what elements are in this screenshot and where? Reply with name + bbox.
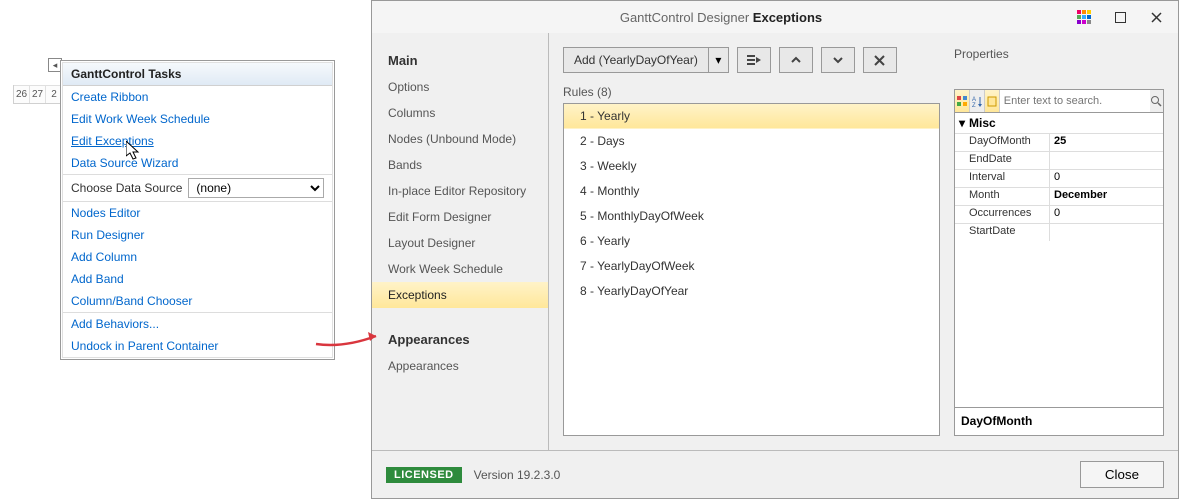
property-name: Occurrences	[955, 206, 1050, 223]
nav-item-in-place-editor-repository[interactable]: In-place Editor Repository	[372, 178, 548, 204]
rule-item[interactable]: 6 - Yearly	[564, 229, 939, 254]
nav-group-main: Main	[372, 47, 548, 74]
cm-add-column[interactable]: Add Column	[63, 246, 332, 268]
property-description: DayOfMonth	[954, 408, 1164, 436]
property-row[interactable]: DayOfMonth25	[955, 133, 1163, 151]
property-category[interactable]: ▾ Misc	[955, 113, 1163, 133]
nav-item-work-week-schedule[interactable]: Work Week Schedule	[372, 256, 548, 282]
edit-button[interactable]	[737, 47, 771, 73]
cm-undock[interactable]: Undock in Parent Container	[63, 335, 332, 357]
titlebar: GanttControl Designer Exceptions	[372, 1, 1178, 33]
cm-edit-exceptions[interactable]: Edit Exceptions	[63, 130, 332, 152]
nav-item-layout-designer[interactable]: Layout Designer	[372, 230, 548, 256]
collapse-icon[interactable]: ▾	[959, 116, 965, 130]
rule-item[interactable]: 5 - MonthlyDayOfWeek	[564, 204, 939, 229]
close-window-button[interactable]	[1142, 6, 1170, 28]
col-cell: 27	[30, 85, 46, 103]
col-cell: 26	[14, 85, 30, 103]
designer-footer: LICENSED Version 19.2.3.0 Close	[372, 450, 1178, 498]
property-row[interactable]: EndDate	[955, 151, 1163, 169]
categorized-view-button[interactable]	[955, 90, 970, 112]
window-title: GanttControl Designer Exceptions	[380, 10, 1062, 25]
property-name: StartDate	[955, 224, 1050, 241]
choose-ds-label: Choose Data Source	[71, 181, 182, 195]
nav-item-options[interactable]: Options	[372, 74, 548, 100]
nav-item-appearances[interactable]: Appearances	[372, 353, 548, 379]
cm-edit-work-week[interactable]: Edit Work Week Schedule	[63, 108, 332, 130]
nav-item-nodes-unbound-mode-[interactable]: Nodes (Unbound Mode)	[372, 126, 548, 152]
move-down-button[interactable]	[821, 47, 855, 73]
chevron-down-icon[interactable]: ▾	[708, 48, 728, 72]
nav-item-bands[interactable]: Bands	[372, 152, 548, 178]
cm-create-ribbon[interactable]: Create Ribbon	[63, 86, 332, 108]
add-rule-combo-text: Add (YearlyDayOfYear)	[564, 53, 708, 67]
property-name: Interval	[955, 170, 1050, 187]
choose-data-source-row: Choose Data Source (none)	[63, 175, 332, 201]
property-value[interactable]: 0	[1050, 206, 1163, 223]
property-value[interactable]	[1050, 224, 1163, 241]
background-column-headers: 26 27 2	[13, 85, 63, 104]
property-grid[interactable]: ▾ Misc DayOfMonth25EndDateInterval0Month…	[954, 113, 1164, 408]
property-pages-button[interactable]	[985, 90, 1000, 112]
property-value[interactable]: 0	[1050, 170, 1163, 187]
cm-run-designer[interactable]: Run Designer	[63, 224, 332, 246]
gantt-tasks-popup: GanttControl Tasks Create Ribbon Edit Wo…	[60, 60, 335, 360]
alphabetical-view-button[interactable]: AZ	[970, 90, 985, 112]
nav-item-columns[interactable]: Columns	[372, 100, 548, 126]
maximize-button[interactable]	[1106, 6, 1134, 28]
designer-window: GanttControl Designer Exceptions Main Op…	[371, 0, 1179, 499]
property-row[interactable]: MonthDecember	[955, 187, 1163, 205]
properties-label: Properties	[954, 47, 1164, 61]
property-row[interactable]: StartDate	[955, 223, 1163, 241]
cm-column-band-chooser[interactable]: Column/Band Chooser	[63, 290, 332, 312]
rule-item[interactable]: 7 - YearlyDayOfWeek	[564, 254, 939, 279]
cm-data-source-wizard[interactable]: Data Source Wizard	[63, 152, 332, 174]
property-value[interactable]	[1050, 152, 1163, 169]
main-panel: Add (YearlyDayOfYear) ▾	[549, 33, 1178, 450]
svg-text:Z: Z	[972, 103, 976, 107]
delete-button[interactable]	[863, 47, 897, 73]
cm-nodes-editor[interactable]: Nodes Editor	[63, 202, 332, 224]
property-value[interactable]: 25	[1050, 134, 1163, 151]
popup-title: GanttControl Tasks	[63, 63, 332, 86]
nav-panel: Main OptionsColumnsNodes (Unbound Mode)B…	[372, 33, 549, 450]
nav-item-exceptions[interactable]: Exceptions	[372, 282, 548, 308]
cm-add-behaviors[interactable]: Add Behaviors...	[63, 313, 332, 335]
close-button[interactable]: Close	[1080, 461, 1164, 488]
search-icon[interactable]	[1150, 90, 1163, 112]
move-up-button[interactable]	[779, 47, 813, 73]
version-text: Version 19.2.3.0	[474, 468, 561, 482]
rules-label: Rules (8)	[563, 85, 940, 99]
property-name: DayOfMonth	[955, 134, 1050, 151]
rule-item[interactable]: 1 - Yearly	[564, 104, 939, 129]
rules-list[interactable]: 1 - Yearly2 - Days3 - Weekly4 - Monthly5…	[563, 103, 940, 436]
cm-add-band[interactable]: Add Band	[63, 268, 332, 290]
nav-group-appearances: Appearances	[372, 326, 548, 353]
add-rule-combo[interactable]: Add (YearlyDayOfYear) ▾	[563, 47, 729, 73]
property-value[interactable]: December	[1050, 188, 1163, 205]
licensed-badge: LICENSED	[386, 467, 462, 483]
category-label: Misc	[969, 116, 996, 130]
property-name: Month	[955, 188, 1050, 205]
property-grid-toolbar: AZ	[954, 89, 1164, 113]
rule-item[interactable]: 4 - Monthly	[564, 179, 939, 204]
color-theme-button[interactable]	[1070, 6, 1098, 28]
nav-item-edit-form-designer[interactable]: Edit Form Designer	[372, 204, 548, 230]
choose-ds-select[interactable]: (none)	[188, 178, 324, 198]
property-row[interactable]: Interval0	[955, 169, 1163, 187]
property-name: EndDate	[955, 152, 1050, 169]
property-row[interactable]: Occurrences0	[955, 205, 1163, 223]
properties-search-input[interactable]	[1000, 90, 1150, 112]
rule-item[interactable]: 3 - Weekly	[564, 154, 939, 179]
rule-item[interactable]: 8 - YearlyDayOfYear	[564, 279, 939, 304]
rule-item[interactable]: 2 - Days	[564, 129, 939, 154]
